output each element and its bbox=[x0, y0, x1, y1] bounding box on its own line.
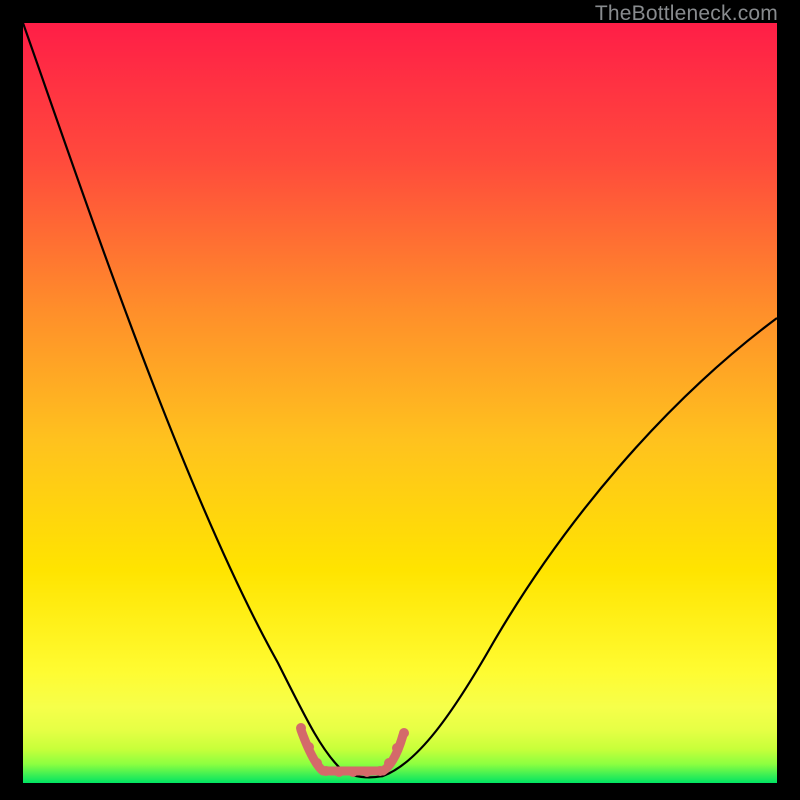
gradient-background bbox=[23, 23, 777, 783]
bottleneck-chart bbox=[23, 23, 777, 783]
chart-frame: TheBottleneck.com bbox=[0, 0, 800, 800]
watermark-text: TheBottleneck.com bbox=[595, 2, 778, 26]
